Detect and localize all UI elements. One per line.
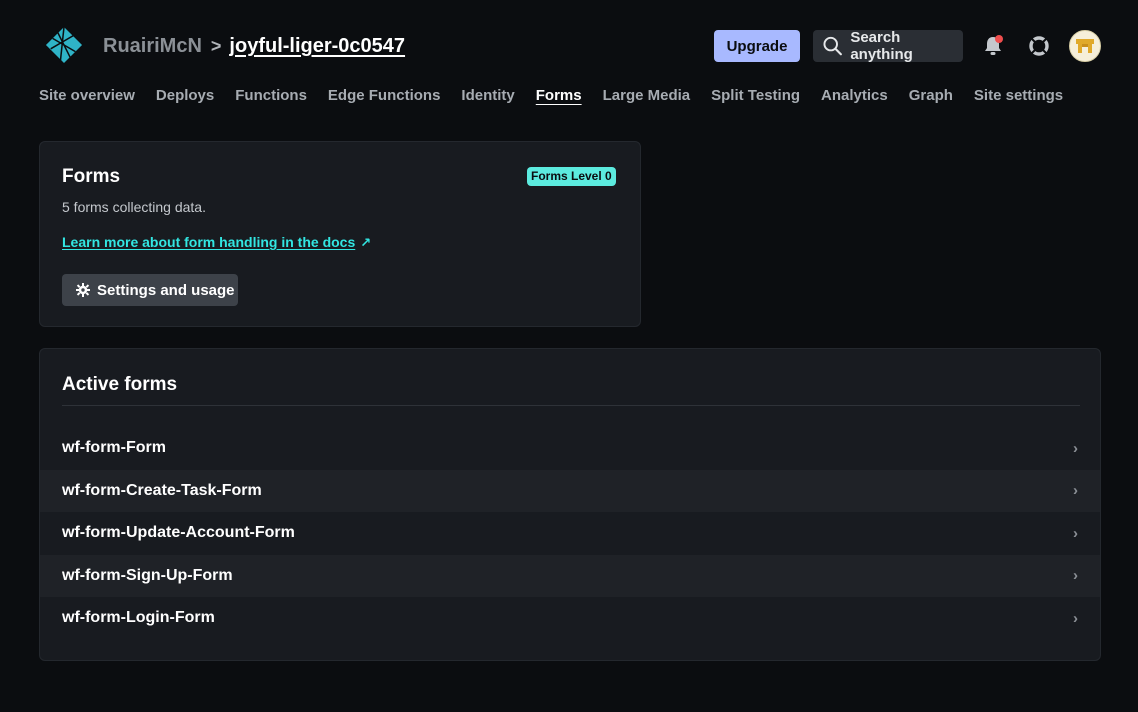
forms-overview-card: Forms Forms Level 0 5 forms collecting d… <box>39 141 641 327</box>
search-button[interactable]: Search anything <box>813 29 963 63</box>
tab-analytics[interactable]: Analytics <box>821 86 888 108</box>
user-avatar[interactable] <box>1069 30 1101 62</box>
external-link-icon: ↗ <box>360 235 372 250</box>
tab-split-testing[interactable]: Split Testing <box>711 86 800 108</box>
active-forms-card: Active forms wf-form-Form › wf-form-Crea… <box>39 348 1101 661</box>
active-forms-list: wf-form-Form › wf-form-Create-Task-Form … <box>40 427 1100 640</box>
avatar-image-icon <box>1076 39 1094 53</box>
breadcrumb: RuairiMcN > joyful-liger-0c0547 <box>103 35 405 58</box>
forms-count-text: 5 forms collecting data. <box>62 199 206 215</box>
gear-icon <box>76 283 90 297</box>
form-row[interactable]: wf-form-Create-Task-Form › <box>40 469 1100 512</box>
form-row[interactable]: wf-form-Form › <box>40 427 1100 470</box>
tab-large-media[interactable]: Large Media <box>603 86 691 108</box>
lifebuoy-icon[interactable] <box>1028 35 1050 57</box>
tab-forms[interactable]: Forms <box>536 86 582 108</box>
top-header: RuairiMcN > joyful-liger-0c0547 Upgrade … <box>0 0 1138 80</box>
chevron-right-icon: › <box>1073 567 1078 585</box>
search-label: Search anything <box>850 29 913 63</box>
tab-site-settings[interactable]: Site settings <box>974 86 1063 108</box>
divider <box>62 405 1080 406</box>
breadcrumb-site[interactable]: joyful-liger-0c0547 <box>229 35 405 58</box>
notification-dot <box>995 35 1003 43</box>
form-row[interactable]: wf-form-Update-Account-Form › <box>40 512 1100 555</box>
chevron-right-icon: › <box>1073 524 1078 542</box>
breadcrumb-separator: > <box>210 36 222 56</box>
form-name: wf-form-Login-Form <box>62 609 215 627</box>
netlify-logo-icon[interactable] <box>45 26 83 64</box>
docs-link-label: Learn more about form handling in the do… <box>62 234 356 250</box>
forms-level-badge: Forms Level 0 <box>527 167 616 186</box>
form-name: wf-form-Create-Task-Form <box>62 481 262 499</box>
chevron-right-icon: › <box>1073 609 1078 627</box>
form-row[interactable]: wf-form-Sign-Up-Form › <box>40 554 1100 597</box>
form-row[interactable]: wf-form-Login-Form › <box>40 597 1100 640</box>
form-name: wf-form-Update-Account-Form <box>62 524 295 542</box>
tab-functions[interactable]: Functions <box>235 86 307 108</box>
form-name: wf-form-Form <box>62 439 166 457</box>
search-icon <box>823 36 842 56</box>
chevron-right-icon: › <box>1073 439 1078 457</box>
tab-graph[interactable]: Graph <box>909 86 953 108</box>
tab-deploys[interactable]: Deploys <box>156 86 214 108</box>
settings-button-label: Settings and usage <box>97 281 235 299</box>
upgrade-button[interactable]: Upgrade <box>714 30 800 62</box>
chevron-right-icon: › <box>1073 482 1078 500</box>
forms-card-title: Forms <box>62 166 121 187</box>
site-nav: Site overview Deploys Functions Edge Fun… <box>39 86 1084 108</box>
settings-and-usage-button[interactable]: Settings and usage <box>62 274 238 306</box>
tab-edge-functions[interactable]: Edge Functions <box>328 86 441 108</box>
breadcrumb-team[interactable]: RuairiMcN <box>103 35 202 58</box>
tab-site-overview[interactable]: Site overview <box>39 86 135 108</box>
tab-identity[interactable]: Identity <box>461 86 514 108</box>
forms-docs-link[interactable]: Learn more about form handling in the do… <box>62 234 371 251</box>
form-name: wf-form-Sign-Up-Form <box>62 566 233 584</box>
active-forms-title: Active forms <box>62 374 178 395</box>
